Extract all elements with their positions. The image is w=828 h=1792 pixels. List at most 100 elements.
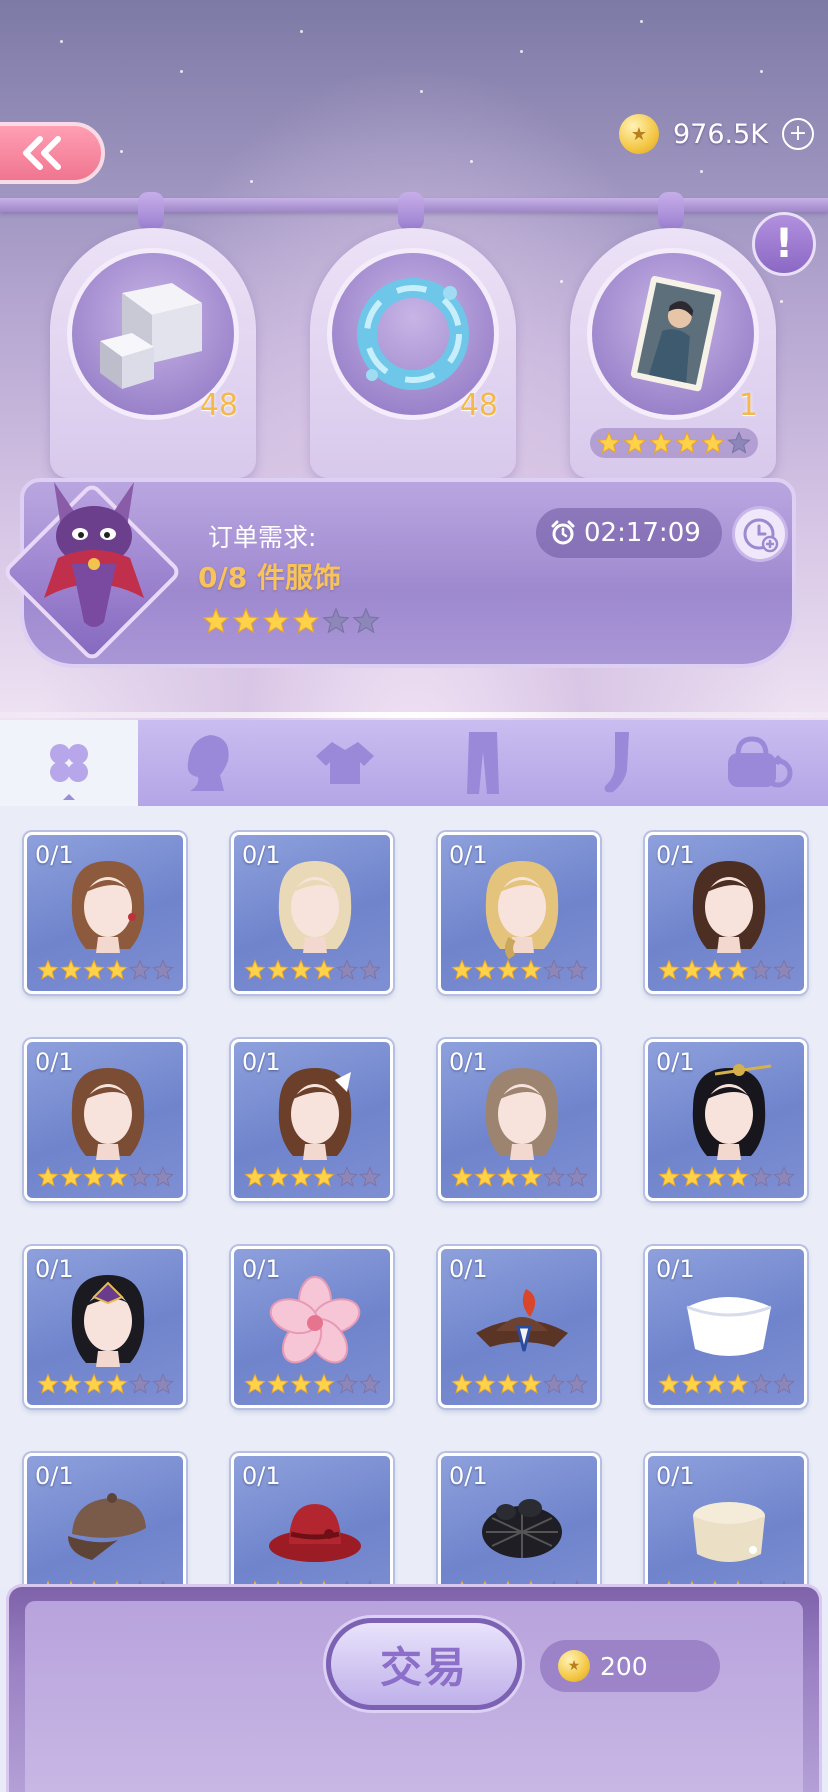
price-value: 200 (600, 1651, 648, 1681)
double-chevron-left-icon (22, 136, 61, 170)
star-empty-icon (566, 1373, 588, 1394)
exclamation-icon[interactable]: ! (752, 212, 816, 276)
coin-icon: ★ (618, 114, 659, 154)
top-icon (316, 742, 374, 784)
clock-plus-icon (743, 518, 779, 553)
coin-icon: ★ (558, 1650, 590, 1682)
star-empty-icon (359, 959, 381, 980)
star-dot (250, 180, 253, 183)
item-card[interactable]: 0/1 (24, 1246, 186, 1408)
star-filled-icon (83, 1166, 105, 1187)
item-card[interactable]: 0/1 (231, 1039, 393, 1201)
star-empty-icon (750, 1166, 772, 1187)
item-card[interactable]: 0/1 (438, 1039, 600, 1201)
item-card[interactable]: 0/1 (438, 1453, 600, 1586)
item-owned-count: 0/1 (35, 841, 74, 869)
item-owned-count: 0/1 (656, 841, 695, 869)
star-filled-icon (290, 1166, 312, 1187)
star-filled-icon (727, 1373, 749, 1394)
star-filled-icon (675, 431, 699, 454)
tab-hair[interactable] (138, 720, 276, 806)
item-card[interactable]: 0/1 (231, 1453, 393, 1586)
star-empty-icon (359, 1373, 381, 1394)
order-label: 订单需求: (208, 523, 317, 552)
tab-accessories[interactable] (690, 720, 828, 806)
brown-curly-hair-icon (58, 853, 158, 961)
star-filled-icon (704, 1166, 726, 1187)
item-owned-count: 0/1 (242, 1048, 281, 1076)
item-card[interactable]: 0/1 (24, 1039, 186, 1201)
reward-plate-crystal[interactable]: 48 (50, 228, 256, 478)
tab-all[interactable] (0, 720, 138, 806)
star-filled-icon (267, 1166, 289, 1187)
star-filled-icon (681, 959, 703, 980)
star-filled-icon (520, 1373, 542, 1394)
item-grid: 0/1 0/1 0/1 0/1 0/1 0/1 0/1 0/1 0/1 0/1 0/1 0/1 0/1 0… (0, 806, 828, 1586)
star-filled-icon (701, 431, 725, 454)
star-filled-icon (267, 959, 289, 980)
star-filled-icon (474, 1373, 496, 1394)
item-card[interactable]: 0/1 (438, 1246, 600, 1408)
item-card[interactable]: 0/1 (231, 832, 393, 994)
star-filled-icon (681, 1373, 703, 1394)
item-owned-count: 0/1 (449, 1048, 488, 1076)
feather-tricorn-hat-icon (472, 1267, 572, 1375)
star-empty-icon (750, 959, 772, 980)
item-card[interactable]: 0/1 (24, 1453, 186, 1586)
item-card[interactable]: 0/1 (645, 832, 807, 994)
reward-plate-card[interactable]: 1 (570, 228, 776, 478)
item-star-rating (451, 1373, 588, 1395)
star-filled-icon (267, 1373, 289, 1394)
speedup-button[interactable] (732, 506, 788, 562)
item-card[interactable]: 0/1 (231, 1246, 393, 1408)
star-dot (180, 70, 183, 73)
item-owned-count: 0/1 (656, 1462, 695, 1490)
brown-newsboy-cap-icon (58, 1474, 158, 1582)
star-filled-icon (497, 1373, 519, 1394)
item-card[interactable]: 0/1 (645, 1039, 807, 1201)
item-star-rating (658, 1166, 795, 1188)
item-card[interactable]: 0/1 (438, 832, 600, 994)
back-button[interactable] (0, 122, 105, 184)
reward-plate-water[interactable]: 48 (310, 228, 516, 478)
item-owned-count: 0/1 (449, 841, 488, 869)
star-filled-icon (37, 959, 59, 980)
star-filled-icon (244, 1166, 266, 1187)
tab-top[interactable] (276, 720, 414, 806)
trade-button[interactable]: 交易 (326, 1618, 522, 1710)
tab-pants[interactable] (414, 720, 552, 806)
star-dot (760, 70, 763, 73)
item-owned-count: 0/1 (449, 1255, 488, 1283)
star-empty-icon (152, 959, 174, 980)
bow-updo-hair-icon (265, 1060, 365, 1168)
item-card[interactable]: 0/1 (645, 1246, 807, 1408)
star-empty-icon (129, 959, 151, 980)
item-card[interactable]: 0/1 (645, 1453, 807, 1586)
star-dot (700, 170, 703, 173)
blonde-braid-hair-icon (472, 853, 572, 961)
star-dot (420, 90, 423, 93)
order-progress: 0/8 件服饰 (198, 561, 341, 594)
star-filled-icon (727, 959, 749, 980)
star-empty-icon (566, 1166, 588, 1187)
plus-icon[interactable]: + (782, 118, 814, 150)
black-hairnet-icon (472, 1474, 572, 1582)
star-filled-icon (244, 959, 266, 980)
star-empty-icon (336, 959, 358, 980)
ash-curly-hair-icon (472, 1060, 572, 1168)
item-card[interactable]: 0/1 (24, 832, 186, 994)
red-bow-hat-icon (265, 1474, 365, 1582)
star-empty-icon (336, 1373, 358, 1394)
item-star-rating (451, 959, 588, 981)
star-filled-icon (262, 607, 290, 634)
star-filled-icon (704, 959, 726, 980)
currency-amount: 976.5K (672, 118, 768, 150)
star-filled-icon (83, 1373, 105, 1394)
tab-shoes[interactable] (552, 720, 690, 806)
item-star-rating (244, 1373, 381, 1395)
trade-price: ★ 200 (540, 1640, 720, 1692)
brown-ponytail-hair-icon (679, 853, 779, 961)
star-filled-icon (244, 1373, 266, 1394)
star-filled-icon (497, 959, 519, 980)
star-empty-icon (773, 1166, 795, 1187)
